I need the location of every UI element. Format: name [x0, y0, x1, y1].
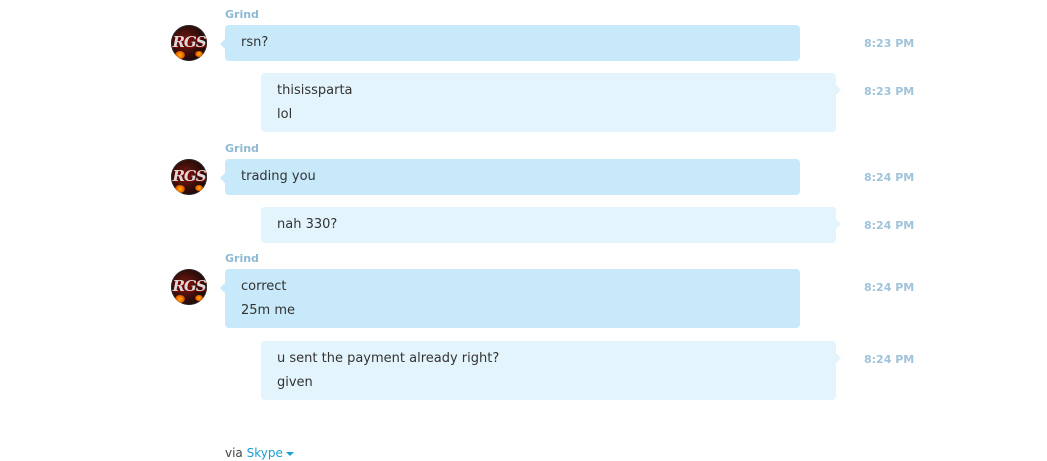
caret-down-icon: [285, 451, 294, 456]
message-text: lol: [277, 107, 293, 122]
avatar-logo: RGS: [172, 167, 206, 185]
sender-name: Grind: [225, 8, 259, 21]
sender-name: Grind: [225, 252, 259, 265]
message-text: nah 330?: [277, 217, 338, 232]
avatar[interactable]: RGS: [171, 159, 207, 195]
avatar-logo: RGS: [172, 277, 206, 295]
skype-link[interactable]: Skype: [247, 446, 294, 460]
flame-icon: [195, 51, 203, 57]
flame-icon: [195, 185, 203, 191]
message-text: correct: [241, 279, 287, 294]
message-timestamp: 8:23 PM: [864, 85, 915, 98]
via-label: via: [225, 446, 243, 460]
via-footer: via Skype: [225, 445, 294, 461]
message-text: thisissparta: [277, 83, 353, 98]
message-bubble-incoming[interactable]: trading you: [220, 159, 800, 195]
message-bubble-outgoing[interactable]: u sent the payment already right? given: [261, 341, 841, 400]
avatar[interactable]: RGS: [171, 269, 207, 305]
skype-link-label: Skype: [246, 446, 283, 460]
message-timestamp: 8:24 PM: [864, 353, 915, 366]
avatar[interactable]: RGS: [171, 25, 207, 61]
message-text: trading you: [241, 169, 316, 184]
message-bubble-incoming[interactable]: correct 25m me: [220, 269, 800, 328]
flame-icon: [175, 51, 185, 59]
message-timestamp: 8:24 PM: [864, 281, 915, 294]
chat-transcript: Grind RGS rsn? 8:23 PM thisissparta lol …: [0, 0, 1047, 461]
message-bubble-incoming[interactable]: rsn?: [220, 25, 800, 61]
message-bubble-outgoing[interactable]: nah 330?: [261, 207, 841, 243]
sender-name: Grind: [225, 142, 259, 155]
message-bubble-outgoing[interactable]: thisissparta lol: [261, 73, 841, 132]
message-text: 25m me: [241, 303, 295, 318]
message-text: u sent the payment already right?: [277, 351, 500, 366]
message-text: rsn?: [241, 35, 269, 50]
message-text: given: [277, 375, 313, 390]
flame-icon: [175, 185, 185, 193]
flame-icon: [195, 295, 203, 301]
message-timestamp: 8:24 PM: [864, 219, 915, 232]
message-timestamp: 8:24 PM: [864, 171, 915, 184]
message-timestamp: 8:23 PM: [864, 37, 915, 50]
flame-icon: [175, 295, 185, 303]
avatar-logo: RGS: [172, 33, 206, 51]
